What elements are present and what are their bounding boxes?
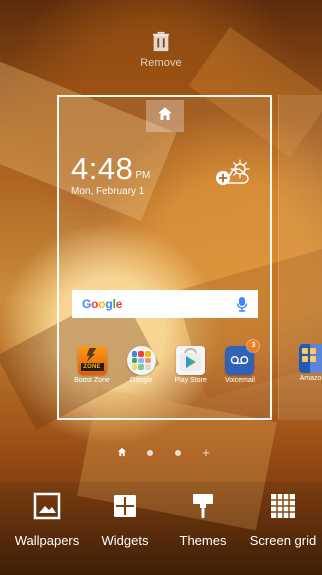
widgets-icon — [108, 489, 142, 523]
wallpaper-icon — [30, 489, 64, 523]
amazon-folder-icon — [299, 344, 322, 373]
remove-target[interactable]: Remove — [129, 30, 193, 69]
home-app-row: ZONE Boost Zone Google Play Store 3 Voic… — [69, 340, 263, 394]
widgets-label: Widgets — [101, 533, 149, 548]
trash-icon — [129, 30, 193, 54]
plus-icon: + — [202, 445, 210, 460]
page-dot-indicator[interactable] — [145, 448, 155, 458]
page-dot-icon — [175, 450, 181, 456]
wallpapers-button[interactable]: Wallpapers — [10, 489, 84, 548]
themes-button[interactable]: Themes — [166, 489, 240, 548]
remove-label: Remove — [140, 57, 182, 69]
google-brand-logo: Google — [82, 297, 123, 311]
home-indicator-icon — [117, 444, 127, 462]
google-search-bar[interactable]: Google — [72, 290, 258, 318]
page-dot-icon — [147, 450, 153, 456]
boost-zone-label: Boost Zone — [74, 377, 110, 384]
home-screen-preview[interactable]: 4:48 PM Mon, February 1 Google ZONE Boos… — [57, 95, 272, 420]
themes-icon — [186, 489, 220, 523]
widgets-button[interactable]: Widgets — [88, 489, 162, 548]
default-home-page-button[interactable] — [146, 100, 184, 132]
play-store-icon — [176, 346, 206, 375]
add-page-button[interactable]: + — [201, 445, 211, 460]
home-indicator[interactable] — [117, 447, 127, 458]
screen-grid-label: Screen grid — [249, 533, 317, 548]
amazon-folder-app[interactable]: Amazo — [299, 344, 322, 383]
page-indicators: + — [117, 445, 211, 460]
voicemail-icon: 3 — [225, 340, 260, 375]
home-icon — [156, 105, 174, 128]
play-store-label: Play Store — [174, 377, 207, 384]
google-folder-icon — [126, 346, 156, 375]
screen-grid-button[interactable]: Screen grid — [244, 489, 322, 548]
boost-zone-app[interactable]: ZONE Boost Zone — [69, 346, 115, 394]
clock-time: 4:48 — [71, 151, 134, 186]
microphone-icon[interactable] — [236, 296, 248, 312]
voicemail-badge: 3 — [247, 340, 260, 352]
screen-grid-icon — [266, 489, 300, 523]
clock-meridiem: PM — [135, 170, 151, 181]
play-store-app[interactable]: Play Store — [168, 346, 214, 394]
voicemail-label: Voicemail — [225, 377, 255, 384]
themes-label: Themes — [179, 533, 227, 548]
page-dot-indicator[interactable] — [173, 448, 183, 458]
weather-add-icon — [214, 159, 252, 193]
google-folder-app[interactable]: Google — [118, 346, 164, 394]
weather-add-button[interactable] — [214, 159, 252, 189]
home-edit-toolbar: Wallpapers Widgets Themes Screen grid — [0, 482, 322, 575]
boost-zone-icon: ZONE — [77, 346, 107, 375]
google-folder-label: Google — [130, 377, 153, 384]
wallpapers-label: Wallpapers — [14, 533, 80, 548]
amazon-folder-label: Amazo — [299, 375, 322, 382]
voicemail-app[interactable]: 3 Voicemail — [217, 340, 263, 394]
